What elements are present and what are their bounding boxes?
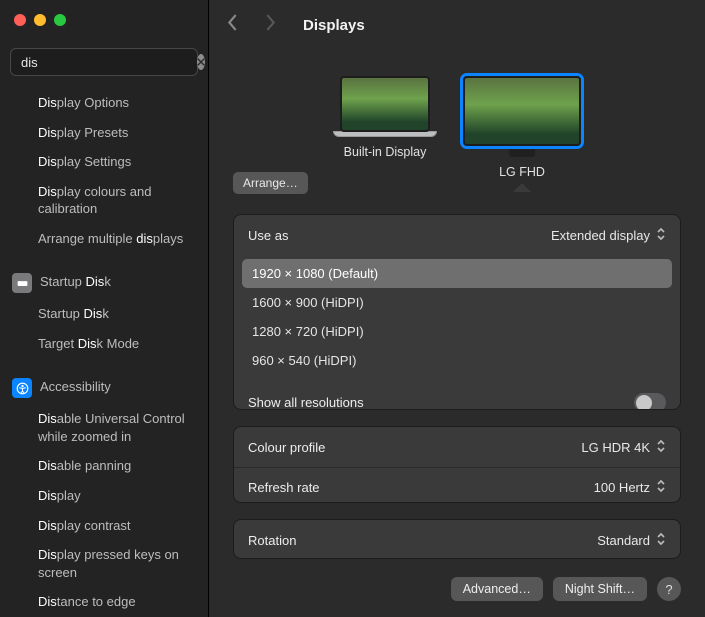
sidebar-item-display-pressed-keys[interactable]: Display pressed keys on screen bbox=[0, 540, 208, 587]
colour-profile-label: Colour profile bbox=[248, 440, 325, 455]
window-controls bbox=[0, 0, 208, 38]
show-all-label: Show all resolutions bbox=[248, 395, 364, 410]
external-display-icon bbox=[463, 76, 581, 146]
rotation-panel: Rotation Standard bbox=[233, 519, 681, 559]
chevron-up-down-icon bbox=[656, 532, 666, 549]
search-input[interactable] bbox=[21, 55, 197, 70]
resolution-option[interactable]: 960 × 540 (HiDPI) bbox=[242, 346, 672, 375]
advanced-button[interactable]: Advanced… bbox=[451, 577, 543, 601]
chevron-up-down-icon bbox=[656, 227, 666, 244]
chevron-up-down-icon bbox=[656, 439, 666, 456]
display-chooser: Arrange… Built-in Display LG FHD bbox=[233, 60, 681, 198]
laptop-display-icon bbox=[340, 76, 430, 132]
refresh-rate-row[interactable]: Refresh rate 100 Hertz bbox=[234, 467, 680, 503]
minimize-window-button[interactable] bbox=[34, 14, 46, 26]
rotation-row[interactable]: Rotation Standard bbox=[234, 520, 680, 559]
close-window-button[interactable] bbox=[14, 14, 26, 26]
selected-indicator-icon bbox=[513, 183, 531, 192]
sidebar-item-disable-universal-control[interactable]: Disable Universal Control while zoomed i… bbox=[0, 404, 208, 451]
clear-search-button[interactable] bbox=[197, 54, 205, 70]
sidebar-results[interactable]: Display Options Display Presets Display … bbox=[0, 84, 208, 617]
sidebar-header-startup-disk[interactable]: Startup Disk bbox=[0, 267, 208, 299]
use-as-value: Extended display bbox=[551, 228, 650, 243]
sidebar: Display Options Display Presets Display … bbox=[0, 0, 209, 617]
main-pane: Displays Arrange… Built-in Display bbox=[209, 0, 705, 617]
search-field[interactable] bbox=[10, 48, 198, 76]
resolution-option[interactable]: 1600 × 900 (HiDPI) bbox=[242, 288, 672, 317]
disk-icon bbox=[12, 273, 32, 293]
use-as-label: Use as bbox=[248, 228, 288, 243]
sidebar-item-distance-to-edge[interactable]: Distance to edge bbox=[0, 587, 208, 617]
toolbar: Displays bbox=[209, 0, 705, 50]
resolution-option[interactable]: 1280 × 720 (HiDPI) bbox=[242, 317, 672, 346]
colour-profile-panel: Colour profile LG HDR 4K Refresh rate 10… bbox=[233, 426, 681, 503]
display-option-builtin[interactable]: Built-in Display bbox=[333, 76, 437, 192]
resolution-option[interactable]: 1920 × 1080 (Default) bbox=[242, 259, 672, 288]
sidebar-item-display-colours[interactable]: Display colours and calibration bbox=[0, 177, 208, 224]
resolution-panel: Use as Extended display 1920 × 1080 (Def… bbox=[233, 214, 681, 410]
rotation-value: Standard bbox=[597, 533, 650, 548]
night-shift-button[interactable]: Night Shift… bbox=[553, 577, 647, 601]
sidebar-item-display-options[interactable]: Display Options bbox=[0, 88, 208, 118]
use-as-row[interactable]: Use as Extended display bbox=[234, 215, 680, 255]
arrange-button[interactable]: Arrange… bbox=[233, 172, 308, 194]
monitor-stand-icon bbox=[509, 146, 535, 157]
sidebar-item-disable-panning[interactable]: Disable panning bbox=[0, 451, 208, 481]
forward-button[interactable] bbox=[265, 14, 287, 36]
sidebar-item-display-presets[interactable]: Display Presets bbox=[0, 118, 208, 148]
display-label: LG FHD bbox=[499, 165, 545, 179]
sidebar-item-arrange-displays[interactable]: Arrange multiple displays bbox=[0, 224, 208, 254]
sidebar-item-display[interactable]: Display bbox=[0, 481, 208, 511]
colour-profile-row[interactable]: Colour profile LG HDR 4K bbox=[234, 427, 680, 467]
sidebar-item-display-contrast[interactable]: Display contrast bbox=[0, 511, 208, 541]
sidebar-item-display-settings[interactable]: Display Settings bbox=[0, 147, 208, 177]
sidebar-item-target-disk-mode[interactable]: Target Disk Mode bbox=[0, 329, 208, 359]
refresh-rate-label: Refresh rate bbox=[248, 480, 320, 495]
show-all-switch[interactable] bbox=[634, 393, 666, 410]
accessibility-icon bbox=[12, 378, 32, 398]
help-button[interactable]: ? bbox=[657, 577, 681, 601]
page-title: Displays bbox=[303, 17, 365, 34]
resolution-list: 1920 × 1080 (Default) 1600 × 900 (HiDPI)… bbox=[234, 255, 680, 383]
zoom-window-button[interactable] bbox=[54, 14, 66, 26]
footer-actions: Advanced… Night Shift… ? bbox=[233, 575, 681, 601]
sidebar-header-accessibility[interactable]: Accessibility bbox=[0, 372, 208, 404]
chevron-up-down-icon bbox=[656, 479, 666, 496]
display-label: Built-in Display bbox=[344, 145, 427, 159]
sidebar-item-startup-disk[interactable]: Startup Disk bbox=[0, 299, 208, 329]
colour-profile-value: LG HDR 4K bbox=[581, 440, 650, 455]
rotation-label: Rotation bbox=[248, 533, 296, 548]
refresh-rate-value: 100 Hertz bbox=[594, 480, 650, 495]
show-all-resolutions-row: Show all resolutions bbox=[234, 383, 680, 410]
display-option-external[interactable]: LG FHD bbox=[463, 76, 581, 192]
back-button[interactable] bbox=[227, 14, 249, 36]
